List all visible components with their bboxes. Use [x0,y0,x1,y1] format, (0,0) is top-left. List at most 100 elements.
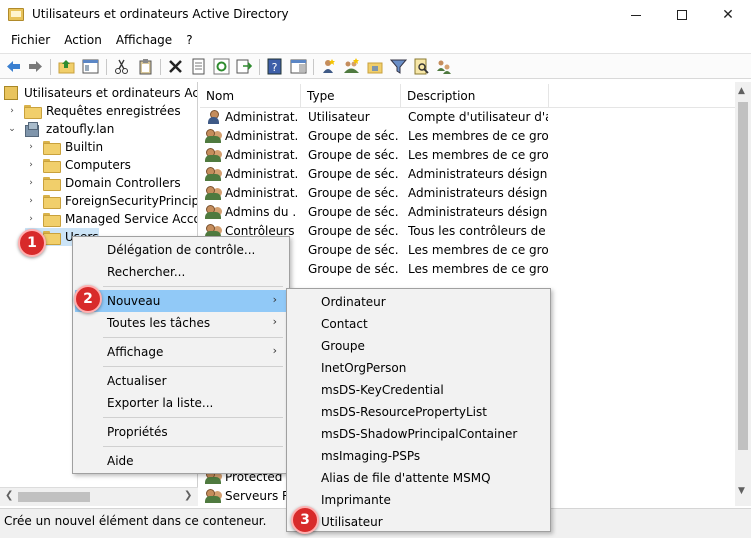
tree-item-saved-queries[interactable]: › Requêtes enregistrées [6,102,181,120]
chevron-right-icon[interactable]: › [6,106,18,116]
tree-item-foreign-security-principals[interactable]: › ForeignSecurityPrincipals [25,192,197,210]
forward-button[interactable] [27,58,44,75]
refresh-icon [213,58,230,75]
submenu-item-ordinateur[interactable]: Ordinateur [289,291,548,313]
chevron-right-icon: › [272,315,277,328]
menu-fichier[interactable]: Fichier [4,30,57,52]
submenu-item-contact[interactable]: Contact [289,313,548,335]
tree-item-domain-controllers[interactable]: › Domain Controllers [25,174,181,192]
delete-x-icon [169,60,182,73]
column-header-type[interactable]: Type [301,84,401,108]
tree-root[interactable]: Utilisateurs et ordinateurs Active Direc… [4,84,197,102]
tree-item-domain[interactable]: ⌄ zatoufly.lan [6,120,114,138]
chevron-right-icon[interactable]: › [25,178,37,188]
minimize-button[interactable] [613,0,659,30]
menu-item-rechercher[interactable]: Rechercher... [75,261,287,283]
status-text: Crée un nouvel élément dans ce conteneur… [4,514,267,528]
add-to-group-button[interactable] [436,58,453,75]
scroll-left-icon[interactable]: ❮ [5,490,13,501]
delete-button[interactable] [167,58,184,75]
chevron-right-icon[interactable]: › [25,142,37,152]
menu-item-exporter[interactable]: Exporter la liste... [75,392,287,414]
window-title: Utilisateurs et ordinateurs Active Direc… [32,7,289,21]
cut-button[interactable] [113,58,130,75]
paste-button[interactable] [137,58,154,75]
table-row[interactable]: Administrat... Groupe de séc... Administ… [200,165,736,184]
submenu-item-groupe[interactable]: Groupe [289,335,548,357]
scroll-right-icon[interactable]: ❯ [184,490,192,501]
menu-item-aide[interactable]: Aide [75,450,287,472]
menu-item-nouveau[interactable]: Nouveau › [75,290,287,312]
table-row[interactable]: Admins du ... Groupe de séc... Administr… [200,203,736,222]
step-badge-1: 1 [18,229,46,257]
find-icon [414,58,429,75]
menu-action[interactable]: Action [57,30,109,52]
column-header-name[interactable]: Nom [200,84,301,108]
column-header-description[interactable]: Description [401,84,549,108]
step-badge-3: 3 [291,506,319,534]
tree-horizontal-scrollbar[interactable]: ❮ ❯ [0,487,198,506]
menu-item-delegation[interactable]: Délégation de contrôle... [75,239,287,261]
show-pane-button[interactable] [290,58,307,75]
scroll-thumb[interactable] [738,102,748,450]
tree-item-builtin[interactable]: › Builtin [25,138,103,156]
console-tree-button[interactable] [82,58,99,75]
back-button[interactable] [5,58,22,75]
submenu-item-msimaging-psps[interactable]: msImaging-PSPs [289,445,548,467]
scroll-thumb[interactable] [18,492,90,502]
find-button[interactable] [413,58,430,75]
forward-arrow-icon [29,61,42,72]
scroll-up-icon[interactable]: ▲ [738,86,745,96]
table-row[interactable]: Administrat... Groupe de séc... Les memb… [200,127,736,146]
new-ou-button[interactable] [367,58,384,75]
maximize-icon [677,10,687,20]
up-folder-button[interactable] [58,58,75,75]
refresh-button[interactable] [213,58,230,75]
group-icon [205,147,223,163]
properties-button[interactable] [190,58,207,75]
new-group-button[interactable] [343,58,360,75]
new-user-button[interactable] [320,58,337,75]
help-button[interactable]: ? [266,58,283,75]
menu-affichage[interactable]: Affichage [109,30,179,52]
pane-icon [290,59,307,74]
active-directory-icon [8,8,24,21]
scroll-down-icon[interactable]: ▼ [738,486,745,496]
minimize-icon [631,14,641,16]
submenu-item-msmq-alias[interactable]: Alias de file d'attente MSMQ [289,467,548,489]
filter-button[interactable] [390,58,407,75]
up-folder-icon [58,60,75,74]
chevron-right-icon[interactable]: › [25,214,37,224]
table-row[interactable]: Administrat... Groupe de séc... Administ… [200,184,736,203]
close-button[interactable]: ✕ [705,0,751,30]
list-vertical-scrollbar[interactable]: ▲ ▼ [735,82,751,506]
menu-item-toutes-les-taches[interactable]: Toutes les tâches › [75,312,287,334]
menu-item-actualiser[interactable]: Actualiser [75,370,287,392]
filter-funnel-icon [390,59,407,74]
tree-root-label: Utilisateurs et ordinateurs Active Direc… [24,86,197,100]
menu-help[interactable]: ? [179,30,199,52]
add-to-group-icon [437,60,451,74]
export-list-button[interactable] [236,58,253,75]
submenu-item-imprimante[interactable]: Imprimante [289,489,548,511]
table-row[interactable]: Administrat... Groupe de séc... Les memb… [200,146,736,165]
submenu-item-msds-shadowprincipalcontainer[interactable]: msDS-ShadowPrincipalContainer [289,423,548,445]
active-directory-icon [4,86,18,100]
table-row[interactable]: Administrat... Utilisateur Compte d'util… [200,108,736,127]
submenu-item-utilisateur[interactable]: Utilisateur [289,511,548,533]
chevron-right-icon[interactable]: › [25,196,37,206]
folder-icon [43,213,61,227]
submenu-item-msds-keycredential[interactable]: msDS-KeyCredential [289,379,548,401]
tree-item-managed-service-accounts[interactable]: › Managed Service Accounts [25,210,197,228]
tree-item-computers[interactable]: › Computers [25,156,131,174]
chevron-down-icon[interactable]: ⌄ [6,124,18,134]
new-user-icon [323,59,335,73]
chevron-right-icon[interactable]: › [25,160,37,170]
submenu-item-inetorgperson[interactable]: InetOrgPerson [289,357,548,379]
tree-item-label: Domain Controllers [65,176,181,190]
menu-item-affichage[interactable]: Affichage › [75,341,287,363]
maximize-button[interactable] [659,0,705,30]
menu-item-label: Toutes les tâches [107,316,211,330]
menu-item-proprietes[interactable]: Propriétés [75,421,287,443]
submenu-item-msds-resourcepropertylist[interactable]: msDS-ResourcePropertyList [289,401,548,423]
